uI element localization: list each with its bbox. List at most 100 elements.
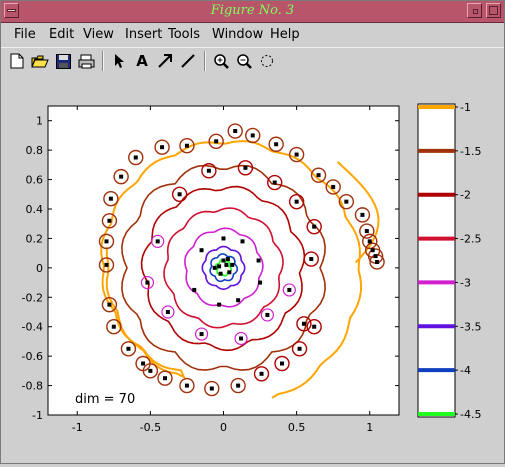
data-point [111, 324, 116, 329]
data-point [239, 336, 244, 341]
data-point [316, 173, 321, 178]
data-point [104, 262, 109, 267]
data-point [375, 259, 380, 264]
data-point [225, 257, 230, 262]
y-tick-label: 1 [36, 115, 43, 128]
data-point [227, 270, 232, 275]
data-point [133, 155, 138, 160]
data-point [148, 368, 153, 373]
data-point [104, 239, 109, 244]
data-point [214, 139, 219, 144]
colorbar-label: -3 [460, 276, 471, 289]
data-point [344, 199, 349, 204]
contour-plot: -1 -0.5 0 0.5 1 1 0.8 0.6 0.4 0.2 0 -0.2 -0.4 -0.6 -0.… [22, 101, 482, 434]
data-point [217, 264, 222, 269]
data-point [259, 371, 264, 376]
line-icon[interactable] [178, 51, 198, 71]
rotate-icon[interactable] [257, 51, 277, 71]
arrow-icon[interactable] [109, 51, 129, 71]
data-point [163, 376, 167, 381]
data-point [294, 152, 299, 157]
data-point [312, 324, 317, 329]
zoom-in-icon[interactable] [211, 51, 231, 71]
data-point [212, 265, 217, 270]
data-point [209, 386, 214, 391]
data-point [221, 236, 226, 241]
data-point [250, 133, 255, 138]
data-point [258, 280, 263, 285]
data-point [155, 239, 160, 244]
x-tick-label: -0.5 [140, 421, 161, 434]
data-point [177, 192, 182, 197]
data-point [199, 248, 204, 253]
y-tick-label: 0.2 [26, 232, 44, 245]
data-point [230, 262, 235, 267]
data-point [373, 254, 378, 259]
data-point [160, 145, 165, 150]
colorbar-label: -1.5 [460, 145, 481, 158]
data-point [233, 129, 238, 134]
menu-window[interactable]: Window [212, 27, 263, 42]
y-tick-label: 0 [36, 262, 43, 275]
maximize-button[interactable] [486, 3, 501, 18]
menu-help[interactable]: Help [270, 27, 300, 42]
data-point [243, 165, 248, 170]
data-point [312, 224, 317, 229]
zoom-out-icon[interactable] [234, 51, 254, 71]
data-point [199, 332, 204, 337]
new-icon[interactable] [7, 51, 27, 71]
title-bar[interactable]: Figure No. 3 [1, 1, 504, 23]
data-point [107, 218, 112, 223]
data-point [294, 199, 299, 204]
x-tick-label: 0.5 [288, 421, 306, 434]
y-tick-label: -1 [32, 409, 43, 422]
figure-canvas: -1 -0.5 0 0.5 1 1 0.8 0.6 0.4 0.2 0 -0.2 -0.4 -0.6 -0.… [1, 74, 504, 463]
data-point [217, 302, 222, 307]
x-tick-label: 1 [366, 421, 373, 434]
menu-tools[interactable]: Tools [168, 27, 200, 42]
colorbar-label: -3.5 [460, 320, 481, 333]
minimize-button[interactable] [467, 3, 482, 18]
data-point [364, 229, 369, 234]
colorbar-label: -2 [460, 189, 471, 202]
text-icon[interactable]: A [132, 51, 152, 71]
data-point [108, 196, 113, 201]
save-icon[interactable] [53, 51, 73, 71]
y-tick-label: 0.6 [26, 174, 44, 187]
menu-view[interactable]: View [83, 27, 114, 42]
y-tick-label: -0.6 [22, 350, 43, 363]
colorbar-label: -4.5 [460, 408, 481, 421]
menu-bar: File Edit View Insert Tools Window Help [1, 23, 504, 45]
data-point [367, 239, 372, 244]
y-tick-label: -0.2 [22, 291, 43, 304]
menu-file[interactable]: File [14, 27, 36, 42]
data-point [221, 258, 226, 263]
print-icon[interactable] [76, 51, 96, 71]
data-point [297, 346, 302, 351]
menu-insert[interactable]: Insert [125, 27, 162, 42]
data-point [280, 361, 284, 366]
window-title: Figure No. 3 [210, 3, 295, 18]
toolbar-separator [102, 51, 104, 71]
y-tick-label: 0.8 [26, 144, 44, 157]
data-point [360, 212, 365, 217]
line-arrow-icon[interactable] [155, 51, 175, 71]
data-point [240, 239, 245, 244]
data-point [206, 168, 211, 173]
open-icon[interactable] [30, 51, 50, 71]
data-point [184, 383, 189, 388]
colorbar-label: -1 [460, 101, 471, 114]
data-point [272, 180, 277, 185]
data-point [126, 346, 131, 351]
y-tick-label: -0.8 [22, 380, 43, 393]
data-point [184, 143, 189, 148]
menu-edit[interactable]: Edit [49, 27, 74, 42]
data-point [236, 298, 241, 303]
y-tick-label: -0.4 [22, 321, 43, 334]
data-point [218, 271, 223, 276]
data-point [119, 174, 124, 179]
data-point [224, 262, 229, 267]
data-point [165, 310, 170, 314]
data-point [145, 280, 150, 285]
data-point [274, 142, 279, 147]
